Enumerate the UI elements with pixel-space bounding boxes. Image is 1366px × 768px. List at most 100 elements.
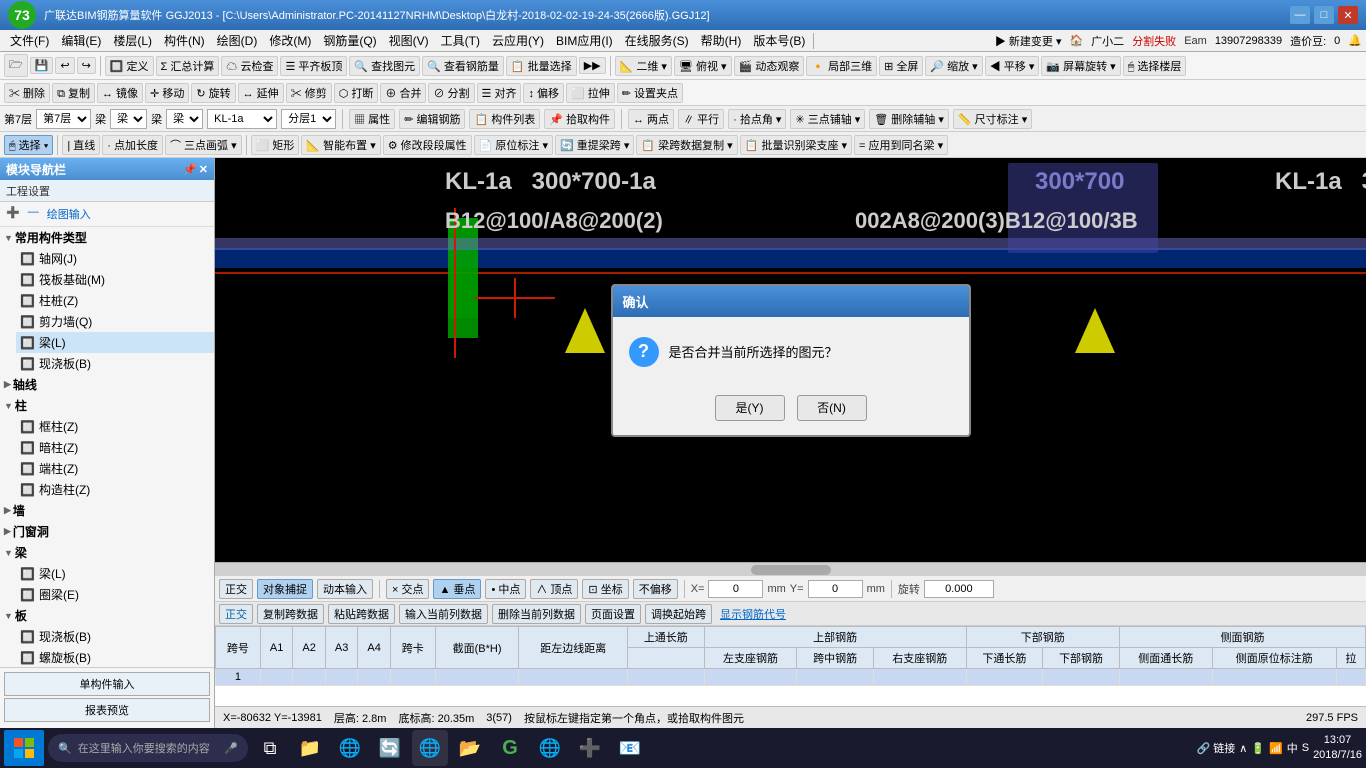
tree-frame-col[interactable]: 🔲框柱(Z) [16, 416, 214, 437]
tb-undo[interactable]: ↩ [55, 57, 74, 74]
tb-break[interactable]: ⬡ 打断 [334, 83, 379, 103]
menu-cloud[interactable]: 云应用(Y) [486, 30, 550, 51]
taskbar-mail[interactable]: 📧 [612, 730, 648, 766]
menu-version[interactable]: 版本号(B) [747, 30, 811, 51]
tb-fullscreen[interactable]: ⊞ 全屏 [879, 56, 923, 76]
cad-canvas-area[interactable]: KL-1a 300*700-1a 300*700 KL-1a 300* B12@… [215, 158, 1366, 562]
tb-batch-select[interactable]: 📋 批量选择 [506, 56, 577, 76]
table-row[interactable]: 1 [216, 669, 1366, 686]
tb-re-extract-span[interactable]: 🔄 重提梁跨 ▾ [555, 135, 634, 155]
tb-stretch[interactable]: ⬜ 拉伸 [566, 83, 615, 103]
menu-rebar[interactable]: 钢筋量(Q) [317, 30, 382, 51]
comp-name-select[interactable]: KL-1a [207, 109, 277, 129]
menu-view[interactable]: 视图(V) [383, 30, 435, 51]
tb-local-3d[interactable]: 🔸 局部三维 [806, 56, 877, 76]
snap-orthogonal[interactable]: 正交 [219, 579, 253, 599]
tb-comp-list[interactable]: 📋 构件列表 [469, 109, 540, 129]
tree-raft-found[interactable]: 🔲筏板基础(M) [16, 269, 214, 290]
layernum-select[interactable]: 分层1 [281, 109, 336, 129]
tree-end-col[interactable]: 🔲端柱(Z) [16, 458, 214, 479]
tb-dim[interactable]: 📏 尺寸标注 ▾ [953, 109, 1032, 129]
menu-component[interactable]: 构件(N) [158, 30, 211, 51]
taskbar-g-app[interactable]: G [492, 730, 528, 766]
tb-parallel[interactable]: ∥ 平行 [678, 109, 724, 129]
tree-cat-slab[interactable]: ▼ 板 [0, 605, 214, 626]
minimize-button[interactable]: — [1290, 6, 1310, 24]
taskbar-globe[interactable]: 🌐 [532, 730, 568, 766]
panel-close-icon[interactable]: ✕ [199, 163, 208, 176]
tb-open[interactable]: 🗁 [4, 54, 28, 77]
tb-select-floor[interactable]: 🖱 选择楼层 [1123, 56, 1187, 76]
new-change-btn[interactable]: ▶ 新建变更 ▾ [995, 33, 1062, 49]
tb-trim[interactable]: ✂ 修剪 [286, 83, 332, 103]
chevron-up-icon[interactable]: ∧ [1239, 742, 1247, 755]
tb-flatten-top[interactable]: ☰ 平齐板顶 [280, 56, 347, 76]
tb-extend[interactable]: ↔ 延伸 [238, 83, 284, 103]
taskbar-folder[interactable]: 📂 [452, 730, 488, 766]
tb-offset[interactable]: ↕ 偏移 [523, 83, 564, 103]
layer-select[interactable]: 第7层 [36, 109, 91, 129]
snap-object[interactable]: 对象捕捉 [257, 579, 313, 599]
tb-delete[interactable]: ✂ 删除 [4, 83, 50, 103]
tb-define[interactable]: 🔲 定义 [105, 56, 154, 76]
maximize-button[interactable]: □ [1314, 6, 1334, 24]
tb-dynamic-view[interactable]: 🎬 动态观察 [734, 56, 805, 76]
menu-service[interactable]: 在线服务(S) [619, 30, 695, 51]
tree-ring-beam[interactable]: 🔲圈梁(E) [16, 584, 214, 605]
snap-no-offset[interactable]: 不偏移 [633, 579, 678, 599]
canvas-hscroll[interactable] [215, 562, 1366, 576]
panel-pin-icon[interactable]: 📌 [183, 163, 197, 176]
tree-cat-door[interactable]: ▶ 门窗洞 [0, 521, 214, 542]
taskbar-edge2[interactable]: 🌐 [412, 730, 448, 766]
tree-beam-L[interactable]: 🔲梁(L) [16, 563, 214, 584]
tree-cat-beam[interactable]: ▼ 梁 [0, 542, 214, 563]
tree-cat-wall[interactable]: ▶ 墙 [0, 500, 214, 521]
hscroll-thumb[interactable] [751, 565, 831, 575]
tb-copy[interactable]: ⧉ 复制 [52, 83, 95, 103]
tree-cat-common[interactable]: ▼ 常用构件类型 [0, 227, 214, 248]
tb-rect[interactable]: ⬜ 矩形 [251, 135, 300, 155]
tb-pan[interactable]: ◀ 平移 ▾ [985, 56, 1040, 76]
snap-perpendicular[interactable]: ▲ 垂点 [433, 579, 481, 599]
tree-beam[interactable]: 🔲梁(L) [16, 332, 214, 353]
tb-smart-layout[interactable]: 📐 智能布置 ▾ [301, 135, 380, 155]
tb-span-data-copy[interactable]: 📋 梁跨数据复制 ▾ [636, 135, 737, 155]
snap-midpoint[interactable]: • 中点 [485, 579, 526, 599]
taskbar-refresh[interactable]: 🔄 [372, 730, 408, 766]
drawing-input-link[interactable]: 绘图输入 [47, 206, 91, 222]
tb-point-length[interactable]: · 点加长度 [102, 135, 163, 155]
taskbar-plus[interactable]: ➕ [572, 730, 608, 766]
menu-tools[interactable]: 工具(T) [435, 30, 486, 51]
ime-zh[interactable]: 中 [1287, 740, 1298, 756]
taskbar-search[interactable]: 🔍 在这里输入你要搜索的内容 🎤 [48, 734, 248, 762]
taskbar-edge1[interactable]: 🌐 [332, 730, 368, 766]
taskbar-file-explorer[interactable]: 📁 [292, 730, 328, 766]
tb-calculate[interactable]: Σ 汇总计算 [156, 56, 220, 76]
tb-modify-span-prop[interactable]: ⚙ 修改段段属性 [383, 135, 472, 155]
tb-more1[interactable]: ▶▶ [579, 57, 606, 74]
data-show-rebar-code[interactable]: 显示钢筋代号 [716, 606, 790, 622]
dialog-yes-button[interactable]: 是(Y) [715, 395, 785, 421]
menu-draw[interactable]: 绘图(D) [211, 30, 264, 51]
snap-dynamic-input[interactable]: 动本输入 [317, 579, 373, 599]
tree-hidden-col[interactable]: 🔲暗柱(Z) [16, 437, 214, 458]
tb-split[interactable]: ⊘ 分割 [428, 83, 474, 103]
menu-modify[interactable]: 修改(M) [263, 30, 317, 51]
taskbar-task-view[interactable]: ⧉ [252, 730, 288, 766]
tb-save[interactable]: 💾 [30, 57, 54, 74]
tree-cat-col[interactable]: ▼ 柱 [0, 395, 214, 416]
tree-slab[interactable]: 🔲现浇板(B) [16, 353, 214, 374]
tb-cloud-check[interactable]: ☁ 云检查 [221, 56, 278, 76]
tb-property[interactable]: ▦ 属性 [349, 109, 395, 129]
data-copy-span[interactable]: 复制跨数据 [257, 604, 324, 624]
rotate-input[interactable] [924, 580, 994, 598]
snap-intersection[interactable]: × 交点 [386, 579, 429, 599]
tree-shear-wall[interactable]: 🔲剪力墙(Q) [16, 311, 214, 332]
tb-zoom[interactable]: 🔎 缩放 ▾ [925, 56, 982, 76]
tb-mirror[interactable]: ↔ 镜像 [97, 83, 143, 103]
tb-top-view[interactable]: 🖥 俯视 ▾ [674, 56, 732, 76]
y-input[interactable] [808, 580, 863, 598]
menu-file[interactable]: 文件(F) [4, 30, 55, 51]
menu-floor[interactable]: 楼层(L) [107, 30, 158, 51]
comp-select[interactable]: 梁 [166, 109, 203, 129]
